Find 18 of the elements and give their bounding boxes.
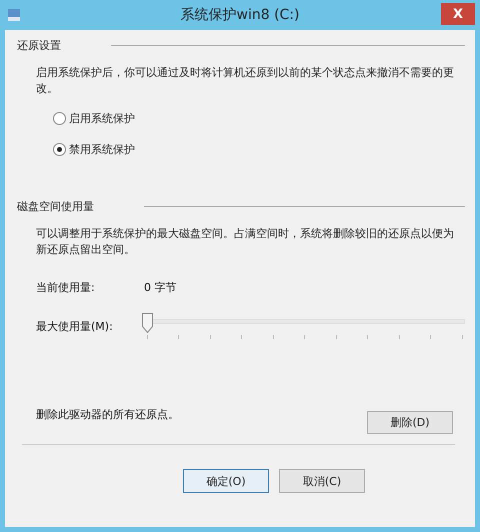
max-usage-slider[interactable] <box>142 313 465 339</box>
section-heading: 还原设置 <box>17 38 61 53</box>
radio-option[interactable]: 禁用系统保护 <box>53 142 465 157</box>
dialog-button[interactable]: 确定(O) <box>183 469 269 493</box>
section-heading: 磁盘空间使用量 <box>17 199 94 214</box>
radio-option[interactable]: 启用系统保护 <box>53 111 465 126</box>
description-text: 启用系统保护后，你可以通过及时将计算机还原到以前的某个状态点来撤消不需要的更改。 <box>36 65 455 97</box>
slider-thumb[interactable] <box>142 313 153 333</box>
app-icon <box>7 8 21 22</box>
dialog-button[interactable]: 取消(C) <box>279 469 365 493</box>
description-text: 可以调整用于系统保护的最大磁盘空间。占满空间时，系统将删除较旧的还原点以便为新还原点留出空间。 <box>36 226 455 258</box>
window-title: 系统保护win8 (C:) <box>180 6 300 24</box>
current-usage-value: 0 字节 <box>144 280 176 295</box>
delete-button[interactable]: 删除(D) <box>367 411 453 434</box>
current-usage-label: 当前使用量: <box>36 280 96 295</box>
delete-description: 删除此驱动器的所有还原点。 <box>36 407 179 422</box>
close-button[interactable]: X <box>441 3 475 25</box>
max-usage-label: 最大使用量(M): <box>36 318 114 334</box>
